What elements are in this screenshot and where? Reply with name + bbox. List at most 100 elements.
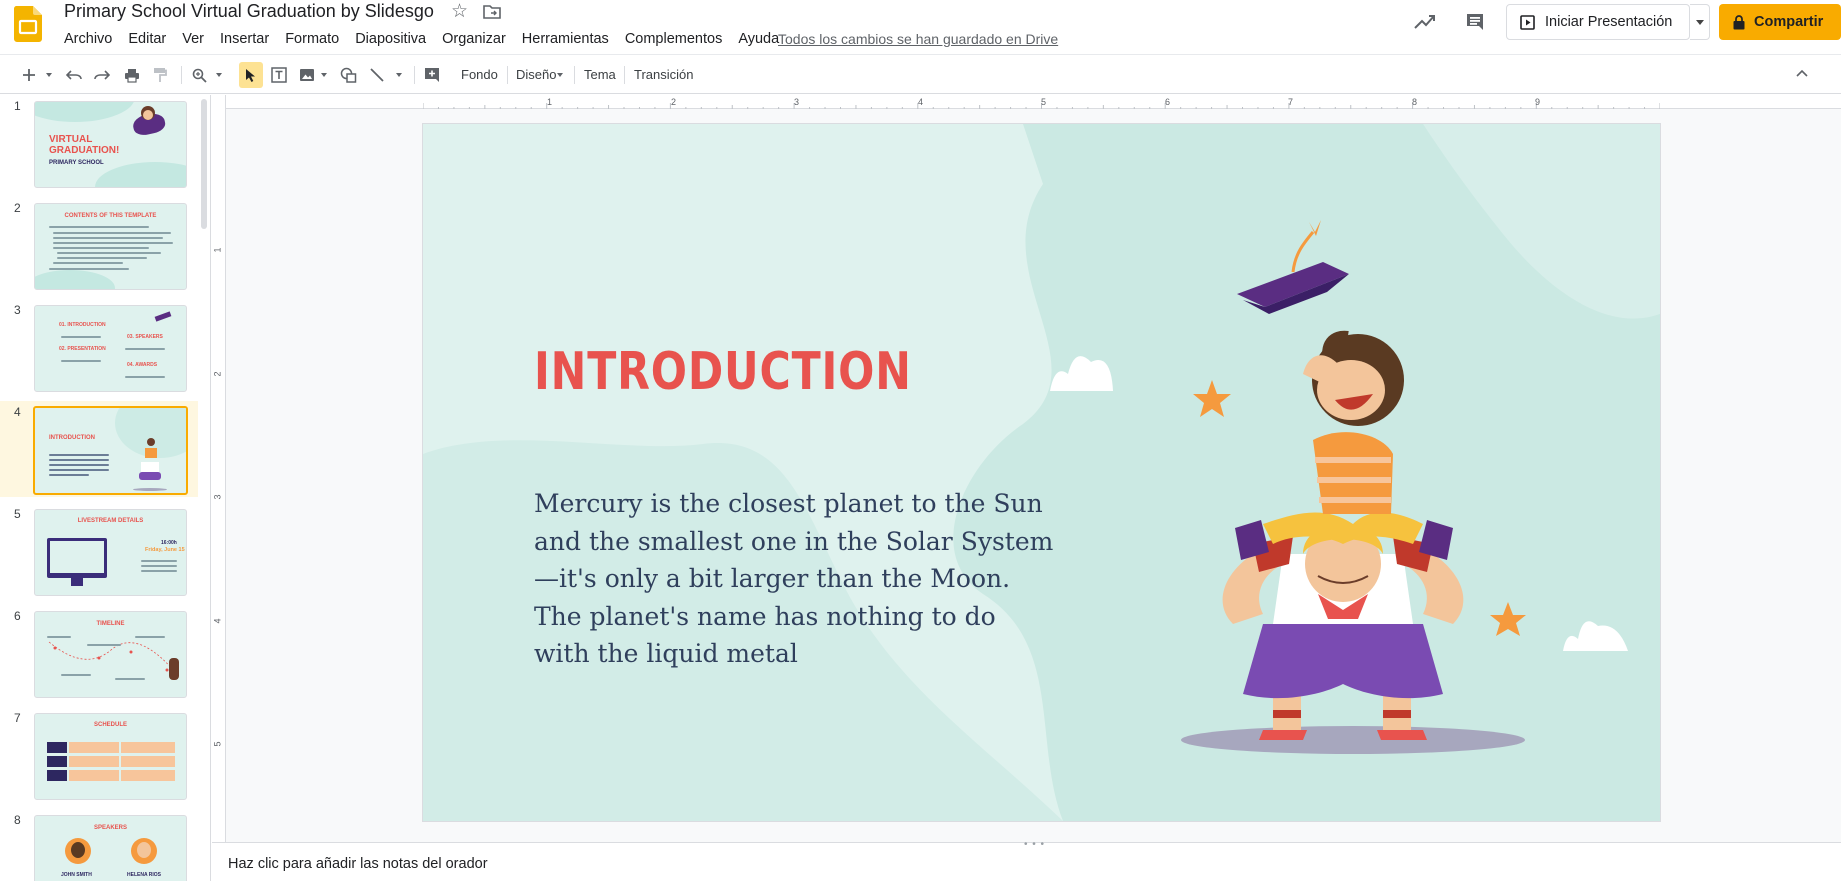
slide-preview: TIMELINE	[34, 611, 187, 698]
zoom-icon[interactable]	[188, 64, 210, 86]
speaker-notes-placeholder[interactable]: Haz clic para añadir las notas del orado…	[228, 856, 488, 872]
ruler-mark: 6	[1165, 97, 1171, 107]
slide-3-item-2: 02. PRESENTATION	[59, 346, 106, 352]
slide-filmstrip: 1 VIRTUAL GRADUATION! PRIMARY SCHOOL 2 C…	[0, 95, 211, 881]
ruler-mark: 5	[212, 741, 223, 747]
slide-1-subtitle: PRIMARY SCHOOL	[49, 160, 104, 166]
activity-trend-icon[interactable]	[1414, 12, 1436, 30]
ruler-mark: 2	[212, 371, 223, 377]
lock-icon	[1733, 14, 1745, 29]
move-folder-icon[interactable]	[483, 5, 501, 19]
menu-editar[interactable]: Editar	[120, 29, 174, 49]
redo-icon[interactable]	[91, 64, 113, 86]
slide-5-title: LIVESTREAM DETAILS	[77, 518, 144, 524]
toolbar-divider	[507, 66, 508, 84]
insert-image-icon[interactable]	[296, 64, 318, 86]
toolbar-divider	[181, 66, 182, 84]
menu-complementos[interactable]: Complementos	[617, 29, 731, 49]
select-cursor-icon[interactable]	[240, 64, 262, 86]
start-presentation-button[interactable]: Iniciar Presentación	[1506, 4, 1690, 40]
toolbar-divider	[574, 66, 575, 84]
menu-bar: Archivo Editar Ver Insertar Formato Diap…	[56, 29, 787, 49]
slide-thumbnail-4[interactable]: 4 INTRODUCTION	[0, 401, 198, 497]
slide-preview: VIRTUAL GRADUATION! PRIMARY SCHOOL	[34, 101, 187, 188]
add-comment-icon[interactable]	[421, 64, 443, 86]
line-icon[interactable]	[366, 64, 388, 86]
slides-logo-icon[interactable]	[14, 6, 42, 42]
ruler-mark: 4	[212, 618, 223, 624]
slide-title-text[interactable]: INTRODUCTION	[534, 342, 912, 402]
ruler-mark: 1	[547, 97, 553, 107]
present-options-dropdown[interactable]	[1690, 4, 1710, 40]
ruler-mark: 2	[671, 97, 677, 107]
saved-status-link[interactable]: Todos los cambios se han guardado en Dri…	[778, 29, 1058, 49]
comment-icon[interactable]	[1465, 12, 1485, 32]
slide-thumbnail-2[interactable]: 2 CONTENTS OF THIS TEMPLATE	[0, 197, 198, 293]
slide-thumbnail-7[interactable]: 7 SCHEDULE	[0, 707, 198, 803]
slide-8-name-1: JOHN SMITH	[61, 872, 92, 878]
slide-2-title: CONTENTS OF THIS TEMPLATE	[64, 213, 157, 219]
new-slide-icon[interactable]	[19, 64, 39, 86]
menu-diapositiva[interactable]: Diapositiva	[347, 29, 434, 49]
slide-number: 6	[14, 609, 21, 623]
ruler-mark: 1	[212, 247, 223, 253]
slide-number: 3	[14, 303, 21, 317]
menu-organizar[interactable]: Organizar	[434, 29, 514, 49]
slide-4-title: INTRODUCTION	[49, 435, 95, 441]
slide-number: 8	[14, 813, 21, 827]
menu-herramientas[interactable]: Herramientas	[514, 29, 617, 49]
star-icon[interactable]: ☆	[451, 2, 468, 22]
ruler-mark: 4	[918, 97, 924, 107]
slide-1-title: VIRTUAL GRADUATION!	[49, 134, 120, 156]
slide-thumbnail-8[interactable]: 8 SPEAKERS JOHN SMITH HELENA RIOS	[0, 809, 198, 881]
chevron-up-icon[interactable]	[1796, 69, 1808, 77]
image-dropdown-icon[interactable]	[318, 64, 330, 86]
filmstrip-scrollbar[interactable]	[201, 99, 207, 229]
slide-number: 4	[14, 405, 21, 419]
ruler-mark: 9	[1535, 97, 1541, 107]
vertical-ruler[interactable]: 1 2 3 4 5	[212, 95, 226, 842]
resize-handle-icon[interactable]: • • •	[1024, 839, 1045, 850]
undo-icon[interactable]	[63, 64, 85, 86]
background-button[interactable]: Fondo	[461, 66, 498, 84]
slide-5-date: Friday, June 15	[145, 547, 185, 553]
zoom-dropdown-icon[interactable]	[213, 64, 225, 86]
slide-number: 5	[14, 507, 21, 521]
menu-formato[interactable]: Formato	[277, 29, 347, 49]
ruler-mark: 3	[794, 97, 800, 107]
horizontal-ruler[interactable]: 1 2 3 4 5 6 7 8 9	[212, 95, 1841, 109]
current-slide[interactable]: INTRODUCTION Mercury is the closest plan…	[423, 124, 1660, 821]
share-label: Compartir	[1754, 14, 1824, 30]
ruler-mark: 5	[1041, 97, 1047, 107]
transition-button[interactable]: Transición	[634, 66, 693, 84]
shape-icon[interactable]	[336, 64, 360, 86]
toolbar-divider	[624, 66, 625, 84]
share-button[interactable]: Compartir	[1719, 4, 1841, 40]
slide-thumbnail-1[interactable]: 1 VIRTUAL GRADUATION! PRIMARY SCHOOL	[0, 95, 198, 191]
toolbar-divider	[414, 66, 415, 84]
line-dropdown-icon[interactable]	[393, 64, 405, 86]
slide-thumbnail-6[interactable]: 6 TIMELINE	[0, 605, 198, 701]
menu-archivo[interactable]: Archivo	[56, 29, 120, 49]
slide-3-item-4: 04. AWARDS	[127, 362, 158, 368]
layout-button[interactable]: Diseño	[516, 66, 556, 84]
ruler-mark: 8	[1412, 97, 1418, 107]
slide-number: 1	[14, 99, 21, 113]
print-icon[interactable]	[121, 64, 143, 86]
document-title[interactable]: Primary School Virtual Graduation by Sli…	[64, 1, 434, 22]
slide-body-text[interactable]: Mercury is the closest planet to the Sun…	[534, 485, 1054, 673]
speaker-notes-panel[interactable]: • • • Haz clic para añadir las notas del…	[212, 839, 1841, 881]
slide-thumbnail-5[interactable]: 5 LIVESTREAM DETAILS 16:00h Friday, June…	[0, 503, 198, 599]
app-header: Primary School Virtual Graduation by Sli…	[0, 0, 1841, 54]
slide-3-item-3: 03. SPEAKERS	[127, 334, 163, 340]
text-box-icon[interactable]	[268, 64, 290, 86]
paint-format-icon[interactable]	[149, 64, 171, 86]
layout-dropdown-icon[interactable]	[555, 64, 565, 86]
slide-thumbnail-3[interactable]: 3 01. INTRODUCTION 02. PRESENTATION 03. …	[0, 299, 198, 395]
theme-button[interactable]: Tema	[584, 66, 616, 84]
present-label: Iniciar Presentación	[1545, 14, 1673, 30]
new-slide-dropdown-icon[interactable]	[43, 64, 55, 86]
slide-number: 7	[14, 711, 21, 725]
menu-ver[interactable]: Ver	[174, 29, 212, 49]
menu-insertar[interactable]: Insertar	[212, 29, 277, 49]
